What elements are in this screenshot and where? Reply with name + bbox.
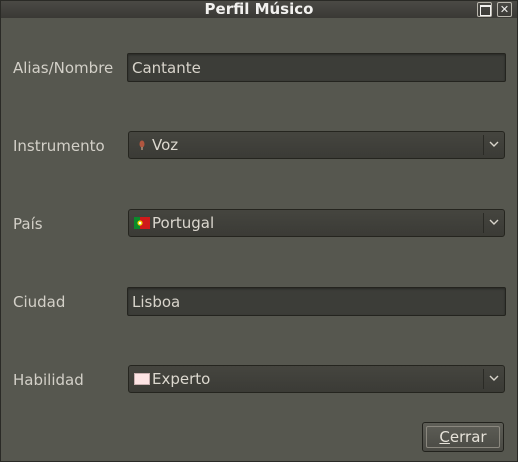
combo-separator: [483, 213, 484, 233]
microphone-icon: [139, 140, 145, 150]
instrumento-value: Voz: [152, 136, 179, 154]
window-title: Perfil Músico: [204, 0, 314, 18]
close-button-label: errar: [449, 428, 487, 446]
maximize-icon[interactable]: [477, 2, 492, 17]
habilidad-label: Habilidad: [13, 371, 84, 389]
portugal-flag-icon: [134, 217, 150, 229]
alias-field[interactable]: [127, 53, 506, 82]
close-icon[interactable]: ✕: [497, 2, 512, 17]
chevron-down-icon: [489, 141, 499, 147]
instrumento-label: Instrumento: [13, 137, 105, 155]
profile-window: Perfil Músico ✕ Alias/Nombre Instrumento…: [0, 0, 518, 462]
alias-input[interactable]: [128, 54, 505, 81]
pais-label: País: [13, 215, 43, 233]
ciudad-field[interactable]: [127, 287, 506, 316]
alias-label: Alias/Nombre: [13, 59, 114, 77]
chevron-down-icon: [489, 219, 499, 225]
ciudad-label: Ciudad: [13, 293, 66, 311]
chevron-down-icon: [489, 375, 499, 381]
close-button[interactable]: Cerrar: [422, 422, 504, 452]
habilidad-value: Experto: [152, 370, 211, 388]
habilidad-combo[interactable]: Experto: [128, 365, 505, 393]
ciudad-input[interactable]: [128, 288, 505, 315]
pais-value: Portugal: [152, 214, 215, 232]
pais-combo[interactable]: Portugal: [128, 209, 505, 237]
color-swatch-icon: [134, 373, 150, 385]
title-bar[interactable]: Perfil Músico ✕: [1, 0, 517, 18]
combo-separator: [483, 135, 484, 155]
close-button-mnemonic: C: [439, 428, 450, 446]
instrumento-combo[interactable]: Voz: [128, 131, 505, 159]
combo-separator: [483, 369, 484, 389]
